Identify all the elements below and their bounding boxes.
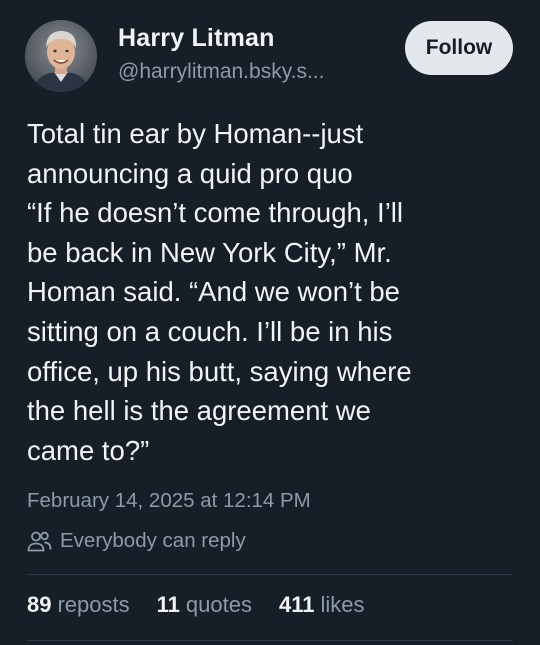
reposts-label: reposts [57, 592, 130, 617]
post-text-line: the hell is the agreement we [27, 395, 371, 427]
post-text-line: office, up his butt, saying where [27, 355, 412, 387]
post-card: Harry Litman @harrylitman.bsky.s... Foll… [0, 0, 540, 645]
post-text: Total tin ear by Homan--just announcing … [27, 114, 527, 470]
engagement-stats: 89 reposts 11 quotes 411 likes [27, 592, 364, 618]
reposts-stat[interactable]: 89 reposts [27, 592, 130, 618]
author-display-name[interactable]: Harry Litman [118, 24, 275, 53]
people-icon [27, 530, 52, 552]
divider [27, 574, 513, 575]
post-text-line: sitting on a couch. I’ll be in his [27, 315, 393, 347]
post-text-line: “If he doesn’t come through, I’ll [27, 197, 404, 229]
follow-button[interactable]: Follow [405, 21, 513, 75]
likes-label: likes [320, 592, 365, 617]
post-text-line: be back in New York City,” Mr. [27, 236, 392, 268]
post-text-line: announcing a quid pro quo [27, 157, 353, 189]
likes-stat[interactable]: 411 likes [279, 592, 365, 618]
post-text-line: came to?” [27, 434, 150, 466]
post-text-line: Total tin ear by Homan--just [27, 118, 364, 149]
post-timestamp: February 14, 2025 at 12:14 PM [27, 489, 311, 512]
reply-setting-label: Everybody can reply [60, 529, 246, 552]
quotes-count: 11 [156, 592, 180, 617]
reposts-count: 89 [27, 592, 52, 617]
divider [27, 640, 513, 641]
author-handle[interactable]: @harrylitman.bsky.s... [118, 60, 324, 84]
post-text-line: Homan said. “And we won’t be [27, 276, 400, 308]
quotes-stat[interactable]: 11 quotes [157, 592, 252, 618]
reply-setting: Everybody can reply [27, 527, 246, 555]
avatar[interactable] [25, 20, 97, 92]
likes-count: 411 [278, 592, 315, 617]
quotes-label: quotes [185, 592, 252, 617]
